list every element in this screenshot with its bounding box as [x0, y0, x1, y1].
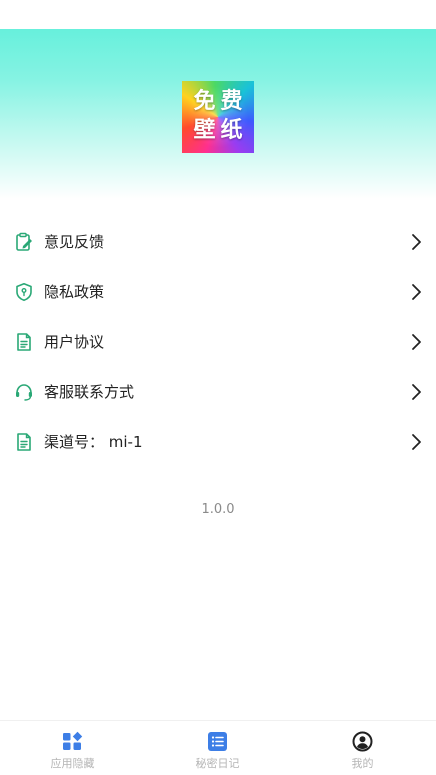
- chevron-right-icon: [409, 333, 423, 351]
- tab-label: 我的: [351, 757, 374, 770]
- menu-item-label: 用户协议: [44, 333, 105, 351]
- status-bar: [0, 0, 436, 29]
- tab-secret-diary[interactable]: 秘密日记: [145, 721, 290, 775]
- menu-item-channel-number[interactable]: 渠道号： mi-1: [0, 417, 436, 467]
- user-circle-icon: [352, 731, 373, 752]
- tab-mine[interactable]: 我的: [290, 721, 435, 775]
- apps-grid-icon: [62, 731, 83, 752]
- menu-item-feedback[interactable]: 意见反馈: [0, 217, 436, 267]
- tab-app-hide[interactable]: 应用隐藏: [0, 721, 145, 775]
- menu-item-label: 意见反馈: [44, 233, 105, 251]
- settings-menu: 意见反馈 隐私政策 用户协议 客服联系方式 渠道号： mi-1: [0, 217, 436, 467]
- feedback-clipboard-icon: [14, 232, 34, 252]
- bottom-tab-bar: 应用隐藏 秘密日记 我的: [0, 720, 436, 775]
- list-note-icon: [207, 731, 228, 752]
- chevron-right-icon: [409, 433, 423, 451]
- menu-item-label: 客服联系方式: [44, 383, 135, 401]
- headset-icon: [14, 382, 34, 402]
- menu-item-privacy-policy[interactable]: 隐私政策: [0, 267, 436, 317]
- menu-item-label: 隐私政策: [44, 283, 105, 301]
- app-logo-text: 免费壁纸: [193, 89, 248, 143]
- document-icon: [14, 432, 34, 452]
- chevron-right-icon: [409, 233, 423, 251]
- chevron-right-icon: [409, 283, 423, 301]
- app-logo: 免费壁纸: [182, 81, 254, 153]
- privacy-shield-icon: [14, 282, 34, 302]
- document-icon: [14, 332, 34, 352]
- chevron-right-icon: [409, 383, 423, 401]
- menu-item-customer-service[interactable]: 客服联系方式: [0, 367, 436, 417]
- menu-item-label: 渠道号： mi-1: [44, 433, 143, 451]
- tab-label: 秘密日记: [195, 757, 240, 770]
- app-version: 1.0.0: [201, 502, 235, 517]
- menu-item-user-agreement[interactable]: 用户协议: [0, 317, 436, 367]
- tab-label: 应用隐藏: [50, 757, 95, 770]
